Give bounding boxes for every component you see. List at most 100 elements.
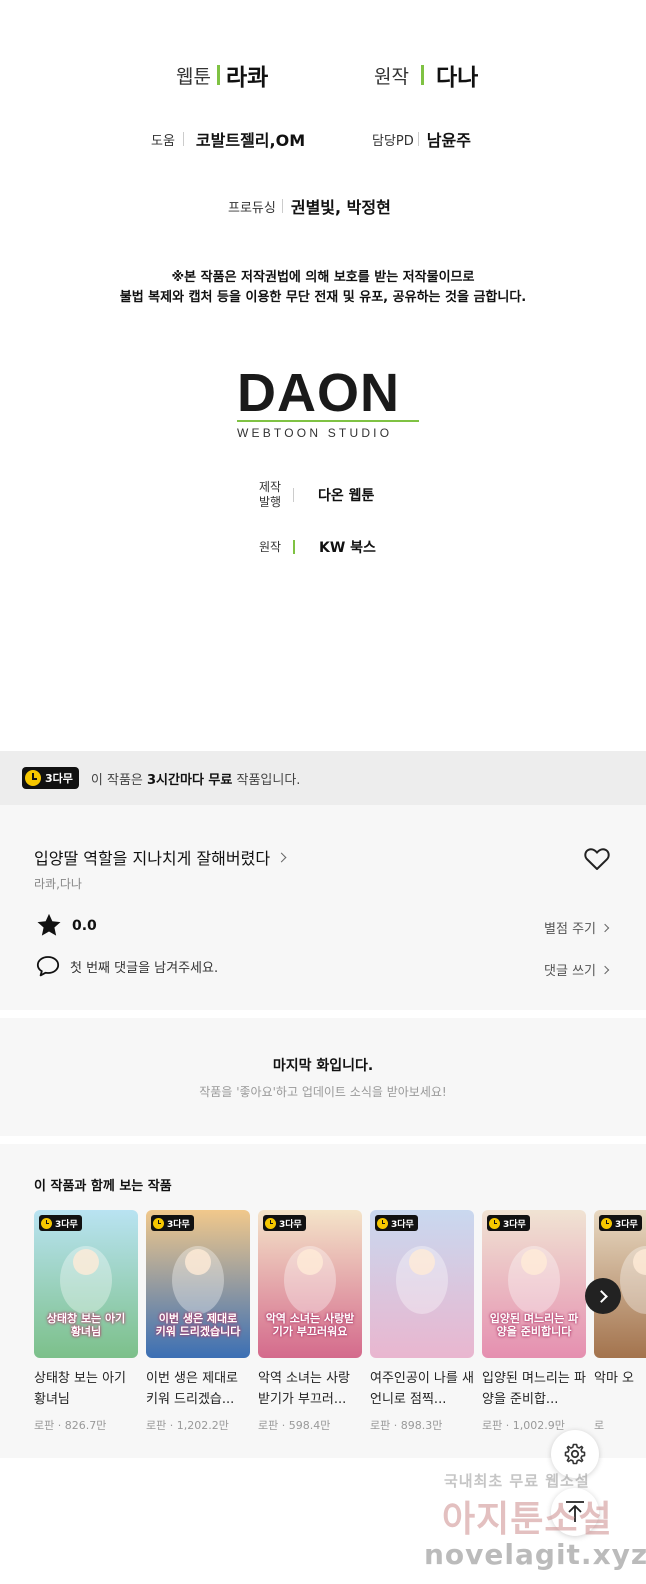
credit-divider: [293, 540, 295, 554]
recommendation-card[interactable]: 3다무 악마 오로: [594, 1210, 646, 1433]
rate-button-label: 별점 주기: [544, 922, 596, 937]
credit-assist-value: 코발트젤리,OM: [195, 131, 306, 150]
production-label: 제작: [258, 480, 282, 494]
card-free-badge: 3다무: [599, 1215, 642, 1231]
free-badge-label: 3다무: [45, 772, 73, 785]
card-thumbnail: 3다무이번 생은 제대로 키워 드리겠습니다: [146, 1210, 250, 1358]
publisher-label: 발행: [258, 495, 282, 509]
production-publisher: 제작 발행 다온 웹툰: [257, 480, 374, 510]
credit-divider: [182, 132, 184, 146]
carousel-next-button[interactable]: [585, 1278, 621, 1314]
credit-assist: 도움 코발트젤리,OM: [151, 127, 305, 151]
work-author: 라콰,다나: [34, 877, 82, 891]
recommendation-card[interactable]: 3다무 이번 생은 제대로 키워 드리겠습니다 이번 생은 제대로 키워 드리겠습.…: [146, 1210, 250, 1433]
card-free-badge-label: 3다무: [503, 1219, 526, 1230]
recommendation-card[interactable]: 3다무악역 소녀는 사랑받기가 부끄러워요악역 소녀는 사랑 받기가 부끄러..…: [258, 1210, 362, 1433]
rating-row: 0.0: [36, 913, 97, 938]
notice-line-2: 불법 복제와 캡처 등을 이용한 무단 전재 및 유포, 공유하는 것을 금합니…: [119, 290, 527, 305]
write-comment-label: 댓글 쓰기: [544, 964, 596, 979]
daon-logo: DAON WEBTOON STUDIO: [237, 363, 421, 440]
arrow-up-icon: [566, 1501, 584, 1522]
gear-icon: [564, 1443, 586, 1465]
card-title: 입양된 며느리는 파양을 준비합...: [482, 1371, 586, 1407]
card-meta: 로판 · 898.3만: [370, 1419, 443, 1432]
card-free-badge-label: 3다무: [55, 1219, 78, 1230]
card-free-badge: 3다무: [487, 1215, 530, 1231]
clock-icon: [153, 1217, 164, 1229]
recommendation-card[interactable]: 3다무여주인공이 나를 새언니로 점찍... 로판 · 898.3만: [370, 1210, 474, 1433]
scroll-to-top-button[interactable]: [551, 1488, 599, 1536]
card-free-badge: 3다무: [151, 1215, 194, 1231]
card-thumbnail: 3다무상태창 보는 아기 황녀님: [34, 1210, 138, 1358]
credit-divider: [216, 65, 220, 85]
credit-pd: 담당PD 남윤주: [372, 127, 471, 151]
credit-pd-value: 남윤주: [426, 131, 471, 150]
settings-button[interactable]: [551, 1430, 599, 1478]
credit-webtoon: 웹툰 라콰: [176, 58, 268, 92]
credit-pd-label: 담당PD: [372, 133, 414, 149]
free-banner-text: 이 작품은 3시간마다 무료 작품입니다.: [91, 769, 301, 788]
credit-divider: [417, 132, 419, 146]
credits-section: 웹툰 라콰 원작 다나 도움 코발트젤리,OM 담당PD 남윤주 프로듀싱 권별…: [0, 0, 646, 750]
clock-icon: [41, 1217, 52, 1229]
comment-prompt: 첫 번째 댓글을 남겨주세요.: [70, 960, 219, 976]
card-meta: 로판 · 826.7만: [34, 1419, 107, 1432]
chevron-right-icon: [600, 965, 610, 974]
work-title: 입양딸 역할을 지나치게 잘해버렸다: [34, 849, 271, 868]
card-meta: 로판 · 1,202.2만: [146, 1419, 229, 1432]
logo-main-text: DAON: [237, 363, 400, 423]
card-title: 악역 소녀는 사랑 받기가 부끄러...: [258, 1371, 350, 1407]
like-heart-icon[interactable]: [584, 847, 610, 871]
site-watermark: 국내최초 무료 웹소설 아지툰소설 novelagit.xyz: [422, 1470, 646, 1580]
rate-button[interactable]: 별점 주기: [544, 918, 610, 937]
recommendation-card[interactable]: 3다무입양된 며느리는 파양을 준비합니다입양된 며느리는 파양을 준비합...…: [482, 1210, 586, 1433]
credit-original-value: 다나: [435, 65, 479, 91]
card-cover-title: 입양된 며느리는 파양을 준비합니다: [489, 1312, 579, 1338]
credit-divider: [293, 488, 294, 502]
card-free-badge-label: 3다무: [279, 1219, 302, 1230]
rating-value: 0.0: [72, 917, 97, 934]
credit-webtoon-label: 웹툰: [176, 65, 211, 88]
chevron-right-icon: [276, 852, 287, 862]
original-publisher: 원작 KW 북스: [257, 537, 376, 557]
work-title-link[interactable]: 입양딸 역할을 지나치게 잘해버렸다: [34, 845, 287, 869]
credit-producing: 프로듀싱 권별빛, 박정현: [228, 194, 391, 218]
card-thumbnail: 3다무: [370, 1210, 474, 1358]
clock-icon: [265, 1217, 276, 1229]
last-episode-title: 마지막 화입니다.: [272, 1058, 374, 1074]
card-cover-art: [370, 1210, 474, 1358]
comment-bubble-icon: [36, 956, 60, 977]
credit-divider: [281, 199, 283, 213]
recommendations-section: 이 작품과 함께 보는 작품 3다무 상태창 보는 아기 황녀님 상태창 보는 아기…: [0, 1144, 646, 1458]
write-comment-button[interactable]: 댓글 쓰기: [544, 960, 610, 979]
recommendation-card[interactable]: 3다무 상태창 보는 아기 황녀님 상태창 보는 아기 황녀님 로판 · 826.7만: [34, 1210, 138, 1433]
card-free-badge-label: 3다무: [167, 1219, 190, 1230]
comment-row: 첫 번째 댓글을 남겨주세요.: [36, 955, 218, 977]
watermark-line-3: novelagit.xyz: [424, 1538, 646, 1571]
card-cover-title: 이번 생은 제대로 키워 드리겠습니다: [155, 1312, 241, 1338]
card-cover-title: 악역 소녀는 사랑받기가 부끄러워요: [265, 1312, 355, 1338]
clock-icon: [377, 1217, 388, 1229]
clock-icon: [489, 1217, 500, 1229]
card-title: 상태창 보는 아기 황녀님: [34, 1371, 126, 1407]
copyright-notice: ※본 작품은 저작권법에 의해 보호를 받는 저작물이므로 불법 복제와 캡처 …: [0, 268, 646, 308]
free-text-suffix: 작품입니다.: [232, 772, 301, 788]
work-info-section: 입양딸 역할을 지나치게 잘해버렸다 라콰,다나 0.0 별점 주기 첫 번째 …: [0, 805, 646, 1010]
star-icon: [37, 913, 61, 936]
credit-divider: [420, 65, 424, 85]
card-free-badge: 3다무: [39, 1215, 82, 1231]
production-labels: 제작 발행: [257, 480, 283, 510]
clock-icon: [25, 770, 41, 786]
original-publisher-value: KW 북스: [319, 540, 376, 556]
card-thumbnail: 3다무악역 소녀는 사랑받기가 부끄러워요: [258, 1210, 362, 1358]
credit-producing-label: 프로듀싱: [228, 200, 276, 216]
card-title: 여주인공이 나를 새언니로 점찍...: [370, 1371, 474, 1407]
last-episode-subtitle: 작품을 '좋아요'하고 업데이트 소식을 받아보세요!: [199, 1085, 447, 1099]
recommendation-carousel: 3다무 상태창 보는 아기 황녀님 상태창 보는 아기 황녀님 로판 · 826.7만…: [34, 1210, 646, 1433]
card-thumbnail: 3다무입양된 며느리는 파양을 준비합니다: [482, 1210, 586, 1358]
credit-original: 원작 다나: [374, 58, 478, 92]
card-title: 악마 오: [594, 1371, 635, 1386]
free-text-bold: 3시간마다 무료: [147, 772, 233, 788]
free-every-3-hours-banner: 3다무 이 작품은 3시간마다 무료 작품입니다.: [0, 751, 646, 805]
card-cover-title: 상태창 보는 아기 황녀님: [46, 1312, 126, 1338]
